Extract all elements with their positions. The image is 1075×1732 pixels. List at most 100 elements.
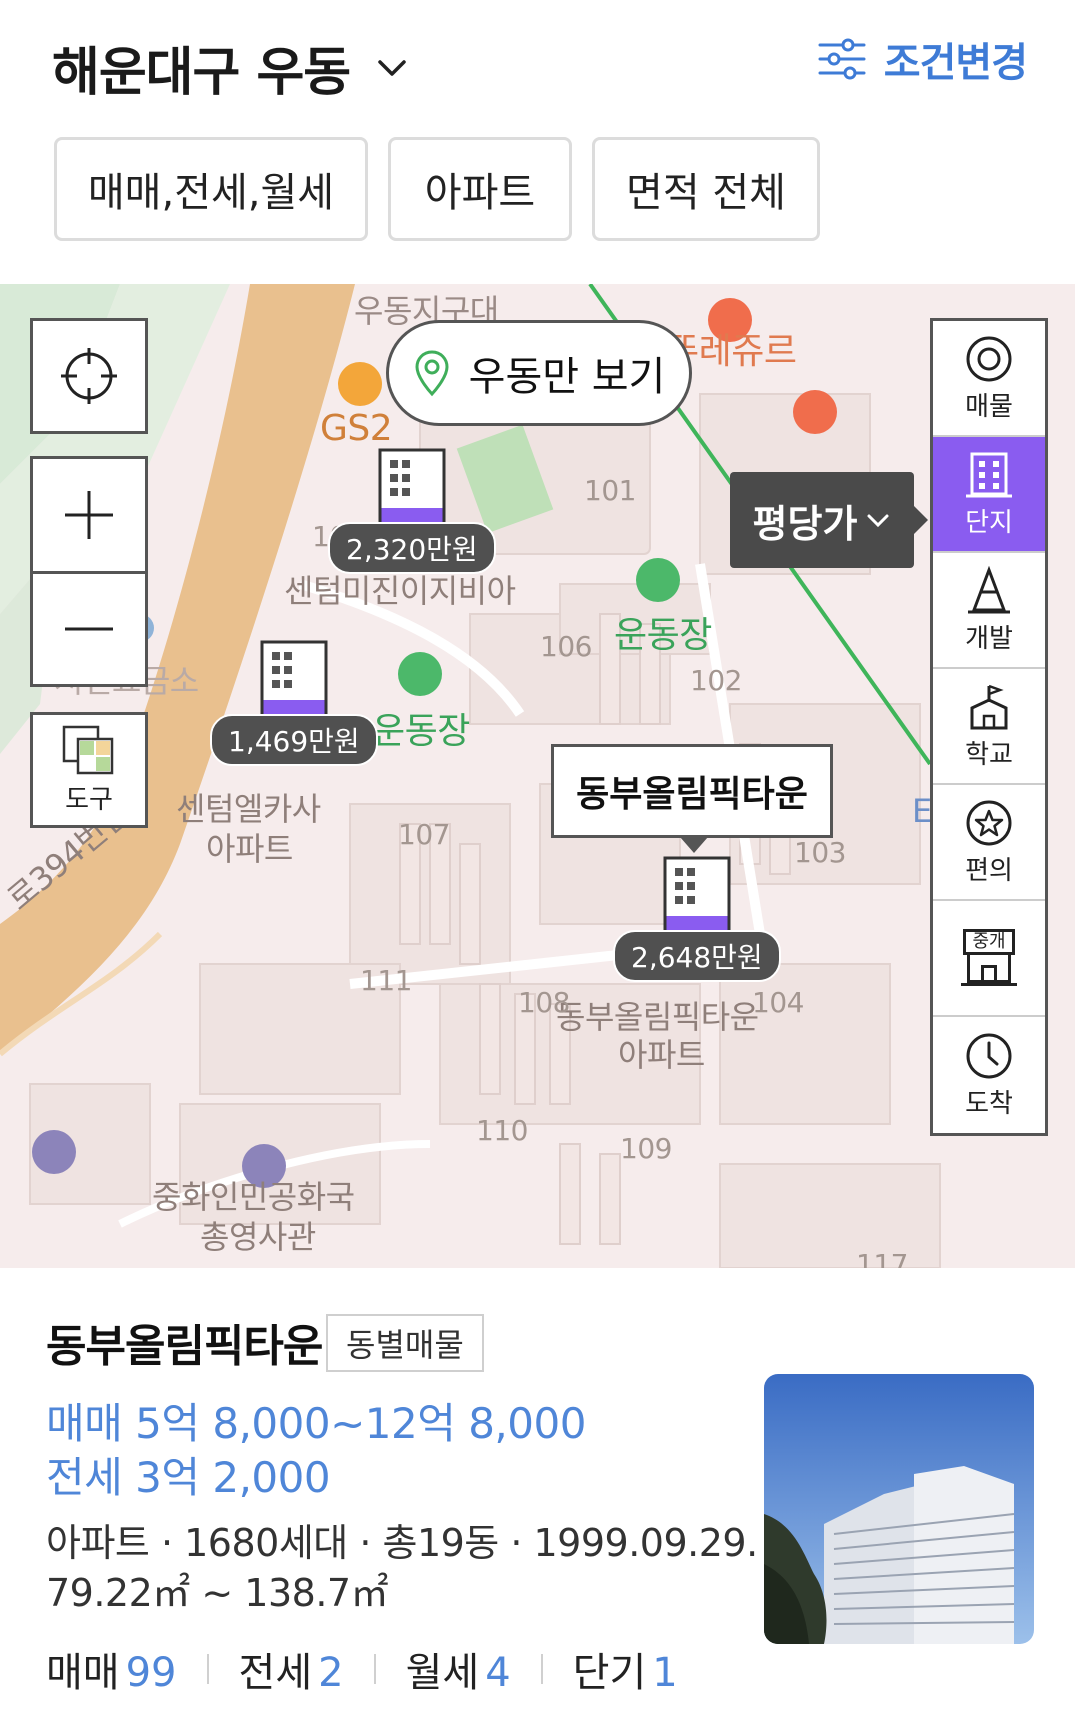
place-label: 운동장 bbox=[614, 615, 712, 656]
filter-chip-property-type[interactable]: 아파트 bbox=[388, 137, 572, 241]
plus-icon bbox=[65, 491, 113, 539]
apartment-building-icon bbox=[663, 856, 731, 938]
count-value: 2 bbox=[318, 1650, 344, 1696]
building-number: 108 bbox=[518, 986, 570, 1019]
only-dong-view-button[interactable]: 우동만 보기 bbox=[386, 320, 692, 426]
count-value: 4 bbox=[485, 1650, 511, 1696]
divider bbox=[540, 1654, 543, 1684]
layer-complex-button[interactable]: 단지 bbox=[933, 437, 1045, 553]
listing-counts: 매매 99 전세 2 월세 4 단기 1 bbox=[46, 1640, 678, 1698]
filter-chip-trade-type[interactable]: 매매,전세,월세 bbox=[54, 137, 368, 241]
count-label: 단기 bbox=[572, 1650, 647, 1696]
crosshair-icon bbox=[61, 348, 117, 404]
location-selector[interactable]: 해운대구 우동 bbox=[52, 30, 410, 105]
map-layer-bar: 매물 단지 개발 학교 편의 중개 도착 bbox=[930, 318, 1048, 1136]
count-jeonse[interactable]: 전세 2 bbox=[239, 1640, 344, 1698]
header: 해운대구 우동 조건변경 bbox=[0, 0, 1075, 118]
building-number: 102 bbox=[690, 664, 742, 697]
layer-label: 단지 bbox=[965, 507, 1013, 538]
count-label: 전세 bbox=[238, 1650, 313, 1696]
filter-sliders-icon bbox=[818, 38, 866, 80]
sale-price-range: 매매 5억 8,000~12억 8,000 bbox=[46, 1399, 586, 1448]
building-number: 117 bbox=[856, 1248, 908, 1268]
condition-change-button[interactable]: 조건변경 bbox=[816, 30, 1028, 88]
complex-area-range: 79.22㎡ ~ 138.7㎡ bbox=[46, 1571, 389, 1615]
jeonse-price: 전세 3억 2,000 bbox=[46, 1453, 331, 1502]
callout-label: 동부올림픽타운 bbox=[576, 774, 808, 815]
location-title: 해운대구 우동 bbox=[52, 43, 351, 103]
building-number: 111 bbox=[360, 964, 412, 997]
building-number: 104 bbox=[752, 986, 804, 1019]
cone-icon bbox=[968, 565, 1010, 613]
layer-convenience-button[interactable]: 편의 bbox=[933, 785, 1045, 901]
price-label: 1,469만원 bbox=[210, 714, 378, 766]
layer-label: 매물 bbox=[965, 391, 1013, 422]
complex-marker-selected[interactable]: 2,648만원 bbox=[613, 852, 781, 982]
divider bbox=[206, 1654, 209, 1684]
chevron-down-icon bbox=[378, 59, 406, 76]
count-monthly[interactable]: 월세 4 bbox=[406, 1640, 511, 1698]
complex-marker[interactable]: 2,320만원 bbox=[328, 444, 496, 574]
by-building-listings-badge[interactable]: 동별매물 bbox=[326, 1314, 484, 1372]
filter-chips: 매매,전세,월세 아파트 면적 전체 bbox=[54, 137, 840, 241]
building-number: 109 bbox=[620, 1132, 672, 1165]
map-base bbox=[0, 284, 941, 1268]
place-label: GS2 bbox=[320, 408, 393, 449]
apartment-photo-image bbox=[764, 1374, 1034, 1644]
condition-change-label: 조건변경 bbox=[883, 40, 1028, 86]
map-tools-button[interactable]: 도구 bbox=[30, 712, 148, 828]
layer-development-button[interactable]: 개발 bbox=[933, 553, 1045, 669]
layer-label: 개발 bbox=[965, 623, 1013, 654]
map-pin-icon bbox=[415, 350, 449, 397]
callout-tail bbox=[680, 837, 708, 853]
building-number: 106 bbox=[540, 630, 592, 663]
place-label: 총영사관 bbox=[200, 1218, 316, 1256]
divider bbox=[373, 1654, 376, 1684]
building-number: 107 bbox=[398, 818, 450, 851]
price-mode-dropdown[interactable]: 평당가 bbox=[730, 472, 928, 568]
selected-complex-callout[interactable]: 동부올림픽타운 bbox=[551, 744, 833, 853]
shop-icon-text: 중개 bbox=[963, 929, 1015, 955]
filter-chip-area[interactable]: 면적 전체 bbox=[592, 137, 820, 241]
complex-info: 아파트 · 1680세대 · 총19동 · 1999.09.29. bbox=[46, 1521, 758, 1565]
building-icon bbox=[966, 452, 1012, 497]
count-label: 월세 bbox=[405, 1650, 480, 1696]
only-dong-view-label: 우동만 보기 bbox=[468, 354, 666, 400]
apartment-building-icon bbox=[378, 448, 446, 530]
star-icon bbox=[966, 800, 1012, 845]
count-sale[interactable]: 매매 99 bbox=[46, 1640, 177, 1698]
shop-icon: 중개 bbox=[961, 929, 1017, 987]
place-label: 아파트 bbox=[618, 1036, 705, 1074]
layer-arrival-button[interactable]: 도착 bbox=[933, 1017, 1045, 1133]
layer-school-button[interactable]: 학교 bbox=[933, 669, 1045, 785]
layer-label: 편의 bbox=[965, 855, 1013, 886]
complex-photo[interactable] bbox=[764, 1374, 1034, 1644]
zoom-in-button[interactable] bbox=[30, 456, 148, 574]
zoom-out-button[interactable] bbox=[30, 571, 148, 687]
complex-marker[interactable]: 1,469만원 bbox=[210, 636, 378, 766]
count-value: 99 bbox=[125, 1650, 177, 1696]
chevron-down-icon bbox=[867, 514, 889, 528]
place-label: 운동장 bbox=[372, 711, 470, 752]
target-icon bbox=[966, 336, 1012, 381]
price-mode-label: 평당가 bbox=[752, 501, 858, 546]
building-number: 101 bbox=[584, 474, 636, 507]
layer-listings-button[interactable]: 매물 bbox=[933, 321, 1045, 437]
price-label: 2,320만원 bbox=[328, 522, 496, 574]
building-number: 110 bbox=[476, 1114, 528, 1147]
current-location-button[interactable] bbox=[30, 318, 148, 434]
count-label: 매매 bbox=[46, 1650, 120, 1696]
building-number: 103 bbox=[794, 836, 846, 869]
price-label: 2,648만원 bbox=[613, 930, 781, 982]
count-short-term[interactable]: 단기 1 bbox=[573, 1640, 678, 1698]
layer-broker-button[interactable]: 중개 bbox=[933, 901, 1045, 1017]
clock-icon bbox=[966, 1033, 1012, 1078]
apartment-building-icon bbox=[260, 640, 328, 722]
tooltip-tail bbox=[914, 506, 928, 534]
map-tools-label: 도구 bbox=[65, 784, 113, 815]
layers-icon bbox=[62, 725, 114, 774]
place-label: 아파트 bbox=[206, 830, 293, 868]
count-value: 1 bbox=[652, 1650, 678, 1696]
map-view[interactable]: 우동지구대 뚜레쥬르 GS2 센텀미진이지비아 운동장 운동장 센텀엘카사 아파… bbox=[0, 284, 1075, 1268]
layer-label: 도착 bbox=[965, 1088, 1013, 1119]
